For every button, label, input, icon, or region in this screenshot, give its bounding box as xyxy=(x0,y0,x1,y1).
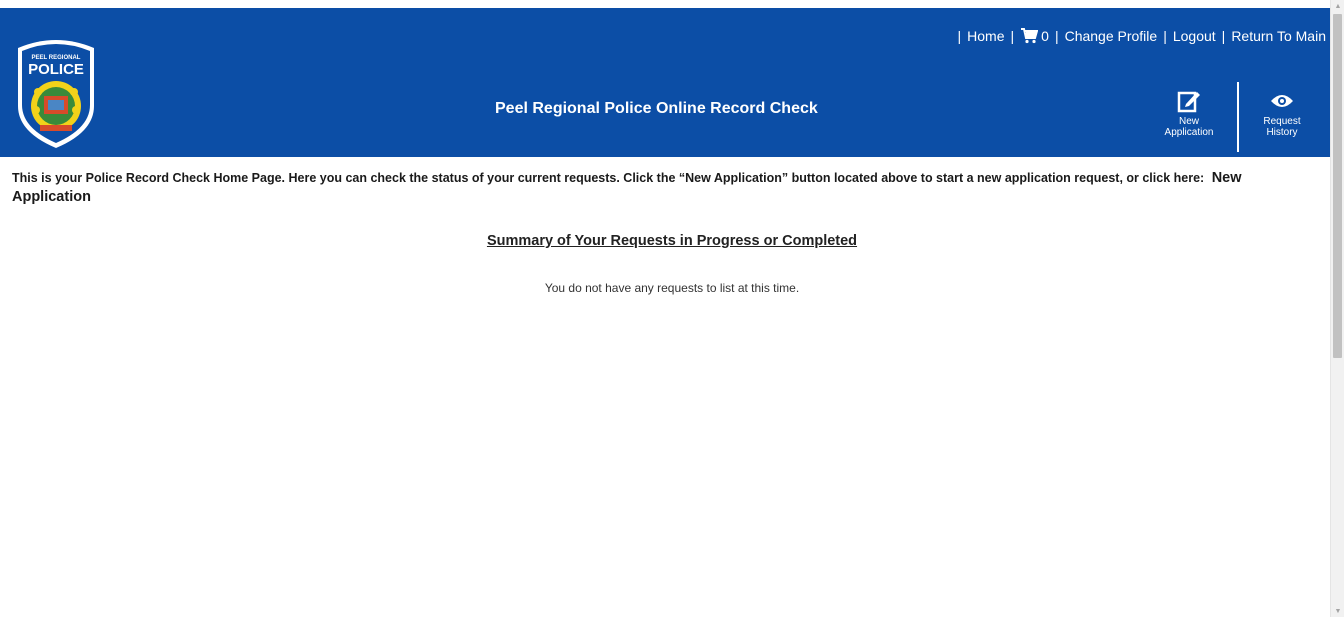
logout-link[interactable]: Logout xyxy=(1173,28,1216,44)
nav-separator: | xyxy=(1054,28,1059,44)
nav-separator: | xyxy=(957,28,962,44)
change-profile-link[interactable]: Change Profile xyxy=(1065,28,1158,44)
nav-separator: | xyxy=(1163,28,1167,44)
vertical-scrollbar[interactable]: ▲ ▼ xyxy=(1330,0,1344,617)
scroll-down-arrow-icon[interactable]: ▼ xyxy=(1331,605,1344,617)
cart-count: 0 xyxy=(1041,28,1049,44)
new-application-label-2: Application xyxy=(1164,127,1214,138)
scroll-up-arrow-icon[interactable]: ▲ xyxy=(1331,0,1344,12)
edit-icon xyxy=(1177,91,1200,113)
intro-text: This is your Police Record Check Home Pa… xyxy=(12,171,1205,185)
top-nav: | Home | 0 | Change Profile | Logout | R… xyxy=(952,26,1326,46)
intro-paragraph: This is your Police Record Check Home Pa… xyxy=(12,169,1322,207)
cart-icon xyxy=(1021,28,1039,44)
new-application-button[interactable]: New Application xyxy=(1155,88,1223,150)
site-title: Peel Regional Police Online Record Check xyxy=(495,100,818,117)
page: PEEL REGIONAL POLICE | Home | 0 | Change… xyxy=(0,0,1330,617)
request-history-label-1: Request xyxy=(1263,116,1301,127)
request-history-label-2: History xyxy=(1266,127,1298,138)
nav-separator: | xyxy=(1010,28,1015,44)
home-link[interactable]: Home xyxy=(967,28,1004,44)
summary-title: Summary of Your Requests in Progress or … xyxy=(486,233,858,249)
return-to-main-link[interactable]: Return To Main xyxy=(1231,28,1326,44)
empty-requests-message: You do not have any requests to list at … xyxy=(544,281,800,295)
logo-main-text: POLICE xyxy=(28,61,84,78)
request-history-button[interactable]: Request History xyxy=(1248,88,1316,150)
new-application-label-1: New xyxy=(1178,116,1199,127)
header-divider xyxy=(1237,82,1239,152)
cart-link[interactable]: 0 xyxy=(1020,28,1049,44)
header-bar: PEEL REGIONAL POLICE | Home | 0 | Change… xyxy=(0,8,1330,157)
police-badge-logo[interactable]: PEEL REGIONAL POLICE xyxy=(8,32,104,150)
nav-separator: | xyxy=(1221,28,1226,44)
scrollbar-thumb[interactable] xyxy=(1333,14,1342,358)
eye-icon xyxy=(1271,95,1293,107)
